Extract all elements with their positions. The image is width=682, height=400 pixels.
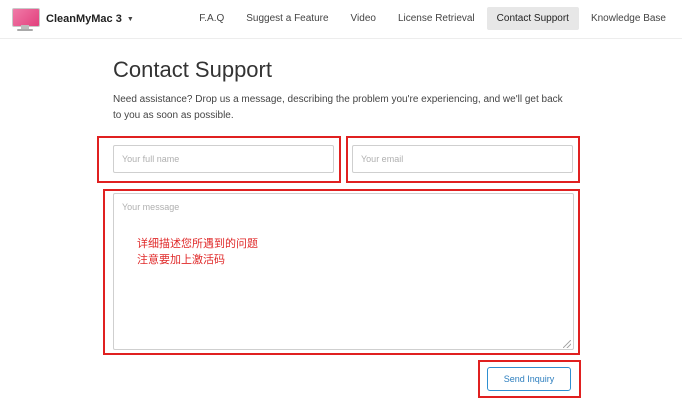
- message-textarea[interactable]: [113, 193, 574, 350]
- annotation-note: 详细描述您所遇到的问题 注意要加上激活码: [137, 236, 258, 268]
- send-inquiry-button[interactable]: Send Inquiry: [487, 367, 571, 391]
- nav-item-contact-support[interactable]: Contact Support: [486, 6, 579, 30]
- annotation-line-2: 注意要加上激活码: [137, 253, 225, 266]
- top-navigation-bar: CleanMyMac 3 ▼ F.A.Q Suggest a Feature V…: [0, 0, 682, 39]
- annotation-line-1: 详细描述您所遇到的问题: [137, 237, 258, 250]
- nav-item-knowledge-base[interactable]: Knowledge Base: [581, 7, 676, 30]
- page-title: Contact Support: [113, 57, 272, 82]
- app-switcher[interactable]: CleanMyMac 3 ▼: [10, 6, 134, 32]
- nav-item-faq[interactable]: F.A.Q: [189, 7, 234, 30]
- full-name-input[interactable]: [113, 145, 334, 173]
- email-input[interactable]: [352, 145, 573, 173]
- textarea-resize-handle[interactable]: [563, 340, 571, 348]
- caret-down-icon: ▼: [126, 15, 134, 23]
- page-description: Need assistance? Drop us a message, desc…: [113, 94, 563, 121]
- nav-item-license-retrieval[interactable]: License Retrieval: [388, 7, 485, 30]
- imac-logo-icon: [10, 6, 40, 32]
- nav-item-suggest-feature[interactable]: Suggest a Feature: [236, 7, 338, 30]
- nav-menu: F.A.Q Suggest a Feature Video License Re…: [187, 6, 676, 30]
- app-name: CleanMyMac 3: [46, 13, 122, 25]
- nav-item-video[interactable]: Video: [341, 7, 386, 30]
